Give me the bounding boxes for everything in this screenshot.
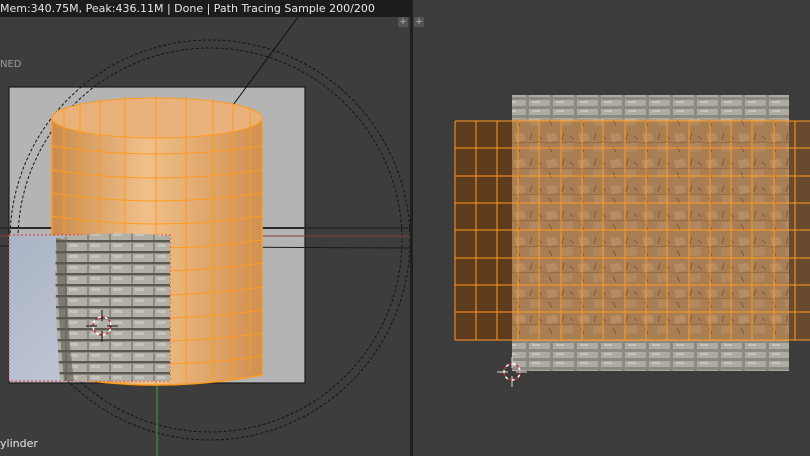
status-bar: Mem:340.75M, Peak:436.11M | Done | Path … [0,0,410,17]
active-object-name: ylinder [0,437,38,450]
viewport-mode-label: NED [0,59,22,70]
area-split-icon[interactable]: + [398,17,408,27]
render-preview [8,233,171,382]
uv-image-editor[interactable]: + [413,0,810,456]
texture-bottom-strip [512,341,789,371]
viewport-canvas[interactable] [0,17,410,456]
texture-top-strip [512,95,789,119]
uv-canvas[interactable] [413,0,810,456]
3d-viewport[interactable]: NED ylinder + [0,17,410,456]
status-text: Mem:340.75M, Peak:436.11M | Done | Path … [0,2,375,15]
